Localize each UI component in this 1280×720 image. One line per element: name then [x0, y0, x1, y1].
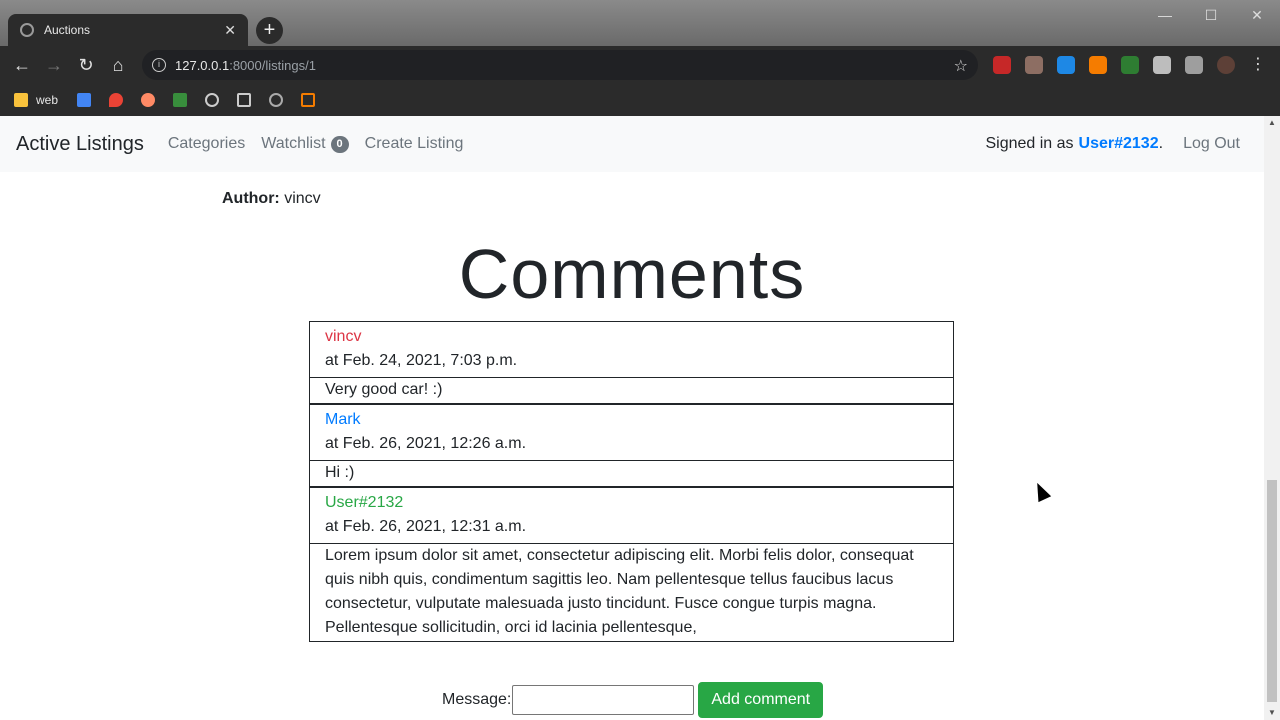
comment-time: at Feb. 26, 2021, 12:31 a.m. — [325, 518, 527, 535]
bookmark-screen[interactable] — [237, 92, 259, 108]
forward-arrow-icon[interactable]: → — [43, 54, 65, 76]
bookmark-label: web — [36, 93, 59, 107]
ublock-extension-icon[interactable] — [993, 56, 1011, 74]
tab-strip: Auctions ✕ + — ☐ ✕ — [0, 0, 1280, 46]
add-comment-button[interactable]: Add comment — [698, 682, 824, 718]
comment-card: vincv at Feb. 24, 2021, 7:03 p.m. Very g… — [309, 321, 954, 404]
address-bar[interactable]: i 127.0.0.1:8000/listings/1 ☆ — [142, 50, 978, 80]
nav-create-listing[interactable]: Create Listing — [365, 135, 464, 153]
tab-title: Auctions — [44, 23, 91, 37]
comment-header: Mark at Feb. 26, 2021, 12:26 a.m. — [310, 405, 953, 461]
comment-author: Mark — [325, 411, 361, 428]
page-content: Active Listings Categories Watchlist 0 C… — [0, 116, 1264, 720]
profile-avatar-icon[interactable] — [1217, 56, 1235, 74]
nav-categories[interactable]: Categories — [168, 135, 245, 153]
nav-watchlist-label: Watchlist — [261, 135, 326, 152]
home-icon[interactable]: ⌂ — [107, 54, 129, 76]
comment-author: User#2132 — [325, 494, 404, 511]
page-scrollbar[interactable]: ▲ ▼ — [1264, 116, 1280, 720]
screen-extension-icon[interactable] — [1121, 56, 1139, 74]
url-path: :8000/listings/1 — [229, 57, 316, 73]
puzzle-icon[interactable] — [1153, 56, 1171, 74]
message-label: Message: — [442, 691, 512, 708]
site-navbar: Active Listings Categories Watchlist 0 C… — [0, 116, 1264, 172]
window-close-icon[interactable]: ✕ — [1234, 0, 1280, 30]
gem-extension-icon[interactable] — [1057, 56, 1075, 74]
comment-time: at Feb. 24, 2021, 7:03 p.m. — [325, 352, 518, 369]
angular-icon — [269, 93, 283, 107]
logout-link[interactable]: Log Out — [1183, 135, 1240, 153]
bookmark-circle[interactable] — [205, 92, 227, 108]
tab-close-icon[interactable]: ✕ — [224, 22, 236, 39]
bookmark-avatar[interactable] — [141, 92, 163, 108]
scrollbar-thumb[interactable] — [1267, 480, 1277, 702]
maximize-icon[interactable]: ☐ — [1188, 0, 1234, 30]
signed-in-username: User#2132 — [1078, 135, 1159, 152]
screen-icon — [237, 93, 251, 107]
browser-tab[interactable]: Auctions ✕ — [8, 14, 248, 46]
message-input[interactable] — [512, 685, 695, 715]
translate-icon — [77, 93, 91, 107]
bookmark-angular[interactable] — [269, 92, 291, 108]
comment-author: vincv — [325, 328, 362, 345]
comment-card: User#2132 at Feb. 26, 2021, 12:31 a.m. L… — [309, 487, 954, 642]
watchlist-count-badge: 0 — [330, 135, 349, 153]
bookmarks-bar: web — [0, 84, 1280, 116]
scroll-up-arrow-icon[interactable]: ▲ — [1264, 116, 1280, 130]
listing-author: Author: vincv — [222, 190, 321, 208]
browser-chrome: Auctions ✕ + — ☐ ✕ ← → ↻ ⌂ i 127.0.0.1:8… — [0, 0, 1280, 116]
comment-body: Very good car! :) — [325, 381, 443, 398]
mouse-cursor-icon — [1030, 479, 1052, 503]
author-name: vincv — [284, 190, 321, 207]
menu-dots-icon[interactable]: ⋮ — [1249, 56, 1267, 74]
tool-extension-icon[interactable] — [1089, 56, 1107, 74]
signed-in-suffix: . — [1158, 135, 1164, 152]
brand-link[interactable]: Active Listings — [16, 133, 144, 156]
bookmark-maps[interactable] — [109, 92, 131, 108]
url-host: 127.0.0.1 — [175, 57, 230, 73]
bookmark-web[interactable]: web — [14, 92, 58, 108]
media-queue-icon[interactable] — [1185, 56, 1203, 74]
star-icon — [173, 93, 187, 107]
browser-toolbar: ← → ↻ ⌂ i 127.0.0.1:8000/listings/1 ☆ ⋮ — [0, 46, 1280, 84]
scroll-down-arrow-icon[interactable]: ▼ — [1264, 706, 1280, 720]
comments-heading: Comments — [458, 235, 806, 313]
comment-body: Lorem ipsum dolor sit amet, consectetur … — [325, 547, 914, 636]
back-arrow-icon[interactable]: ← — [11, 54, 33, 76]
comment-header: vincv at Feb. 24, 2021, 7:03 p.m. — [310, 322, 953, 378]
bookmark-translate[interactable] — [77, 92, 99, 108]
comment-form: Message: Add comment — [442, 682, 824, 718]
signed-in-prefix: Signed in as — [985, 135, 1074, 152]
comment-card: Mark at Feb. 26, 2021, 12:26 a.m. Hi :) — [309, 404, 954, 487]
nav-watchlist[interactable]: Watchlist 0 — [261, 135, 349, 153]
pointer-icon — [301, 93, 315, 107]
bookmark-star-icon[interactable]: ☆ — [954, 56, 968, 76]
comment-time: at Feb. 26, 2021, 12:26 a.m. — [325, 435, 527, 452]
author-label: Author: — [222, 190, 280, 207]
signed-in-status: Signed in as User#2132. Log Out — [985, 116, 1240, 172]
map-pin-icon — [109, 93, 123, 107]
minimize-icon[interactable]: — — [1142, 0, 1188, 30]
folder-icon — [14, 93, 28, 107]
bookmark-star[interactable] — [173, 92, 195, 108]
reload-icon[interactable]: ↻ — [75, 54, 97, 76]
bookmark-pointer[interactable] — [301, 92, 323, 108]
globe-icon — [20, 23, 34, 37]
new-tab-button[interactable]: + — [256, 17, 283, 44]
face-icon — [141, 93, 155, 107]
site-info-icon[interactable]: i — [152, 58, 166, 72]
circle-icon — [205, 93, 219, 107]
comment-header: User#2132 at Feb. 26, 2021, 12:31 a.m. — [310, 488, 953, 544]
comment-body: Hi :) — [325, 464, 355, 481]
extension-icon[interactable] — [1025, 56, 1043, 74]
